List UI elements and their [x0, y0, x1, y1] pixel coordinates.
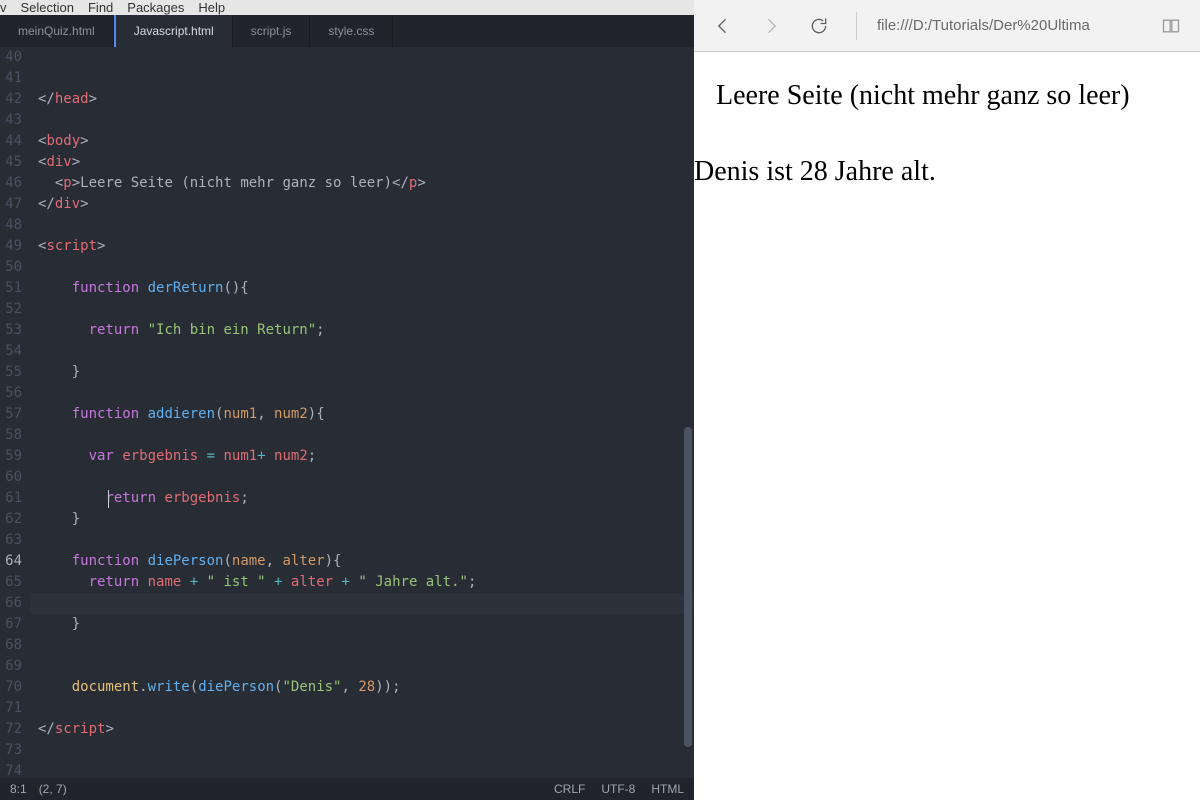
code-editor: v Selection Find Packages Help meinQuiz.…	[0, 0, 694, 800]
code-text[interactable]: </head><body><div> <p>Leere Seite (nicht…	[30, 47, 694, 778]
browser-viewport: Leere Seite (nicht mehr ganz so leer) De…	[694, 52, 1200, 800]
editor-statusbar: 8:1 (2, 7) CRLF UTF-8 HTML	[0, 778, 694, 800]
status-cursor-pos: 8:1	[10, 782, 27, 796]
menu-selection[interactable]: Selection	[21, 0, 74, 15]
status-encoding[interactable]: UTF-8	[601, 782, 635, 796]
menu-view-fragment[interactable]: v	[0, 0, 7, 15]
browser-toolbar: file:///D:/Tutorials/Der%20Ultima	[694, 0, 1200, 52]
url-bar[interactable]: file:///D:/Tutorials/Der%20Ultima	[856, 12, 1134, 40]
forward-icon[interactable]	[760, 15, 782, 37]
menu-packages[interactable]: Packages	[127, 0, 184, 15]
line-gutter: 4041424344454647484950515253545556575859…	[0, 47, 30, 778]
code-area[interactable]: 4041424344454647484950515253545556575859…	[0, 47, 694, 778]
page-heading: Leere Seite (nicht mehr ganz so leer)	[716, 80, 1200, 112]
reload-icon[interactable]	[808, 15, 830, 37]
back-icon[interactable]	[712, 15, 734, 37]
tab-stylecss[interactable]: style.css	[310, 15, 393, 47]
page-script-output: Denis ist 28 Jahre alt.	[694, 156, 1200, 188]
status-eol[interactable]: CRLF	[554, 782, 585, 796]
tab-meinquiz[interactable]: meinQuiz.html	[0, 15, 114, 47]
reading-view-icon[interactable]	[1160, 15, 1182, 37]
menu-find[interactable]: Find	[88, 0, 113, 15]
menu-help[interactable]: Help	[198, 0, 225, 15]
status-selection: (2, 7)	[39, 782, 67, 796]
tab-javascript[interactable]: Javascript.html	[114, 15, 233, 47]
browser-window: file:///D:/Tutorials/Der%20Ultima Leere …	[694, 0, 1200, 800]
editor-tabbar: meinQuiz.html Javascript.html script.js …	[0, 15, 694, 47]
editor-menubar: v Selection Find Packages Help	[0, 0, 694, 15]
text-caret	[108, 490, 109, 508]
vertical-scrollbar[interactable]	[684, 427, 692, 747]
status-language[interactable]: HTML	[651, 782, 684, 796]
tab-scriptjs[interactable]: script.js	[233, 15, 311, 47]
